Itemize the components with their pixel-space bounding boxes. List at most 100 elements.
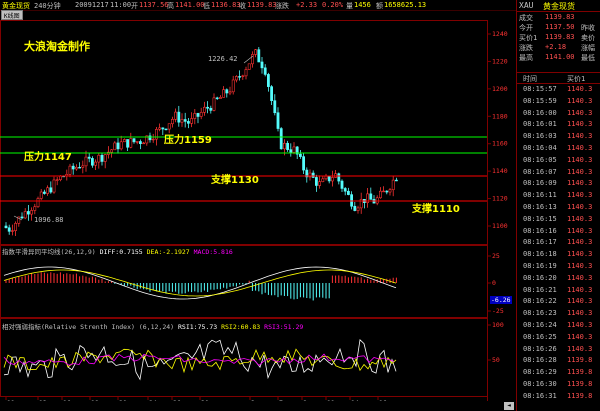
- tick-time: 08:16:13: [523, 203, 557, 211]
- candle-body: [219, 97, 222, 99]
- open-label: 开: [131, 2, 138, 10]
- tick-row[interactable]: 08:16:26 1140.3: [517, 344, 600, 354]
- rsi-tick-label: 100: [492, 321, 504, 329]
- close-label: 收: [239, 2, 246, 10]
- tick-time: 08:16:03: [523, 132, 557, 141]
- quote-panel-header: XAU 黄金现货: [517, 0, 600, 12]
- tick-time: 08:16:04: [523, 144, 557, 152]
- candle-body: [177, 111, 181, 123]
- tick-row[interactable]: 08:16:17 1140.3: [517, 237, 600, 247]
- candle-body: [247, 63, 251, 70]
- tick-time: 08:15:57: [523, 85, 557, 93]
- tick-price: 1140.3: [567, 344, 593, 353]
- tick-row[interactable]: 08:16:05 1140.3: [517, 155, 600, 165]
- tick-price: 1140.3: [567, 155, 593, 164]
- candle-body: [330, 177, 334, 182]
- macd-params: (26,12,9): [60, 248, 96, 256]
- tick-price: 1140.3: [567, 179, 593, 188]
- candle-body: [100, 154, 104, 162]
- macd-macd-value: 5.816: [213, 248, 233, 256]
- candle-body: [171, 119, 174, 125]
- quote-row: 买价1 1139.83 卖价: [517, 32, 600, 42]
- candle-body: [14, 223, 18, 231]
- tick-time: 08:16:25: [523, 332, 557, 341]
- tick-row[interactable]: 08:16:29 1139.8: [517, 367, 600, 377]
- tick-row[interactable]: 08:16:28 1139.8: [517, 355, 600, 365]
- tick-time: 08:15:59: [523, 96, 557, 105]
- macd-tick-label: 25: [492, 252, 500, 260]
- bottom-scroll-area: ◄: [0, 401, 516, 411]
- tick-price: 1140.3: [567, 132, 593, 141]
- candle-body: [263, 67, 267, 75]
- tick-time: 08:16:24: [523, 321, 557, 329]
- tick-row[interactable]: 08:16:03 1140.3: [517, 131, 600, 141]
- tick-price: 1140.3: [567, 120, 593, 129]
- tick-row[interactable]: 08:16:16 1140.3: [517, 226, 600, 236]
- tick-row[interactable]: 08:16:19 1140.3: [517, 261, 600, 271]
- tick-time: 08:16:30: [523, 380, 557, 388]
- candle-body: [52, 179, 56, 193]
- tick-time: 08:16:28: [523, 356, 557, 365]
- tick-row[interactable]: 08:16:09 1140.3: [517, 178, 600, 188]
- tick-row[interactable]: 08:16:07 1140.3: [517, 167, 600, 177]
- support-1110-label: 支撑1110: [412, 204, 460, 215]
- candle-body: [142, 142, 146, 145]
- chart-tab-row: K线图: [0, 10, 60, 20]
- candle-body: [353, 205, 357, 211]
- candle-body: [251, 54, 254, 65]
- macd-dea-label: DEA:: [146, 248, 163, 256]
- tick-time: 08:16:00: [523, 108, 557, 117]
- tick-price: 1140.3: [567, 262, 593, 270]
- quote-value: 1139.83: [545, 13, 575, 21]
- tick-row[interactable]: 08:16:13 1140.3: [517, 202, 600, 212]
- tick-row[interactable]: 08:16:04 1140.3: [517, 143, 600, 153]
- candle-body: [327, 175, 331, 182]
- candle-body: [187, 121, 190, 124]
- amount-value: 1658625.13: [384, 1, 427, 9]
- tick-row[interactable]: 08:16:23 1140.3: [517, 308, 600, 318]
- tick-time: 08:16:05: [523, 155, 557, 164]
- tick-row[interactable]: 08:16:20 1140.3: [517, 273, 600, 283]
- candle-body: [119, 141, 123, 150]
- tick-row[interactable]: 08:16:30 1139.8: [517, 379, 600, 389]
- candle-body: [343, 188, 347, 192]
- candle-body: [49, 187, 53, 193]
- tick-price: 1139.8: [567, 391, 593, 400]
- tick-row[interactable]: 08:16:22 1140.3: [517, 296, 600, 306]
- tick-row[interactable]: 08:15:59 1140.3: [517, 96, 600, 106]
- rsi2-label: RSI2:: [221, 323, 241, 331]
- tick-row[interactable]: 08:16:11 1140.3: [517, 190, 600, 200]
- candle-body: [235, 76, 238, 81]
- tick-row[interactable]: 08:16:21 1140.3: [517, 285, 600, 295]
- tick-row[interactable]: 08:15:57 1140.3: [517, 84, 600, 94]
- low-label: 低: [203, 2, 210, 10]
- tick-row[interactable]: 08:16:15 1140.3: [517, 214, 600, 224]
- quote-value: +2.18: [545, 43, 567, 51]
- tick-row[interactable]: 08:16:00 1140.3: [517, 108, 600, 118]
- candle-body: [273, 100, 277, 114]
- tick-row[interactable]: 08:16:01 1140.3: [517, 119, 600, 129]
- candle-body: [238, 76, 242, 78]
- tick-time: 08:16:26: [523, 344, 557, 353]
- tick-time: 08:16:09: [523, 179, 557, 188]
- quote-name: 黄金现货: [543, 2, 575, 11]
- tick-price: 1140.3: [567, 273, 593, 282]
- candle-body: [311, 172, 315, 178]
- tick-row[interactable]: 08:16:25 1140.3: [517, 332, 600, 342]
- tick-time: 08:16:07: [523, 167, 557, 176]
- tick-row[interactable]: 08:16:31 1139.8: [517, 391, 600, 401]
- tick-time: 08:16:29: [523, 368, 557, 377]
- tick-row[interactable]: 08:16:24 1140.3: [517, 320, 600, 330]
- candle-body: [385, 190, 389, 193]
- tick-row[interactable]: 08:16:18 1140.3: [517, 249, 600, 259]
- close-value: 1139.83: [247, 1, 277, 9]
- candle-body: [225, 89, 229, 94]
- tick-price: 1140.3: [567, 167, 593, 176]
- tab-kline[interactable]: K线图: [1, 10, 23, 20]
- scroll-arrow-icon[interactable]: ◄: [504, 402, 514, 410]
- candle-body: [7, 227, 11, 232]
- candle-body: [286, 142, 290, 150]
- candle-body: [244, 69, 248, 77]
- macd-readout: -6.26: [490, 296, 512, 304]
- candle-body: [209, 107, 213, 111]
